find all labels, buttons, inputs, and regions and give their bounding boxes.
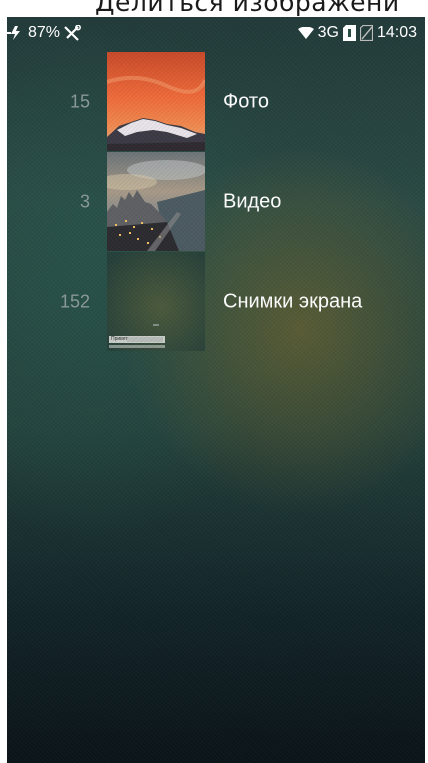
cut-off-caption: Делиться изображени — [0, 0, 428, 22]
battery-percent: 87% — [28, 24, 61, 41]
sunset-mountain-photo — [107, 52, 205, 151]
screenshot-chip-label: Привет — [111, 336, 128, 342]
screenshot-thumbnail: Привет — [107, 252, 205, 351]
album-item-photos[interactable]: 15 Фото — [7, 52, 425, 151]
album-name: Видео — [223, 190, 282, 212]
album-count: 3 — [79, 191, 90, 211]
tools-icon — [63, 24, 81, 41]
album-count: 15 — [69, 91, 90, 111]
clock: 14:03 — [376, 24, 417, 41]
caption-text: Делиться изображени — [95, 0, 400, 17]
status-bar: 87% 3G 14:03 — [7, 17, 425, 51]
no-sim-icon — [359, 24, 374, 42]
network-type: 3G — [317, 24, 339, 41]
sim-card-icon — [342, 25, 356, 41]
album-name: Фото — [223, 90, 269, 112]
wifi-icon — [297, 26, 314, 39]
city-coast-photo — [107, 152, 205, 251]
album-name: Снимки экрана — [223, 290, 363, 312]
page: Делиться изображени 87% 3G 14:03 15 Фото… — [0, 0, 428, 763]
album-item-screenshots[interactable]: 152 Привет Снимки экрана — [7, 252, 425, 351]
phone-screen: 87% 3G 14:03 15 Фото 3 Видео 152 Привет … — [7, 17, 425, 763]
charging-icon — [7, 26, 25, 40]
album-count: 152 — [59, 291, 90, 311]
album-item-videos[interactable]: 3 Видео — [7, 152, 425, 251]
